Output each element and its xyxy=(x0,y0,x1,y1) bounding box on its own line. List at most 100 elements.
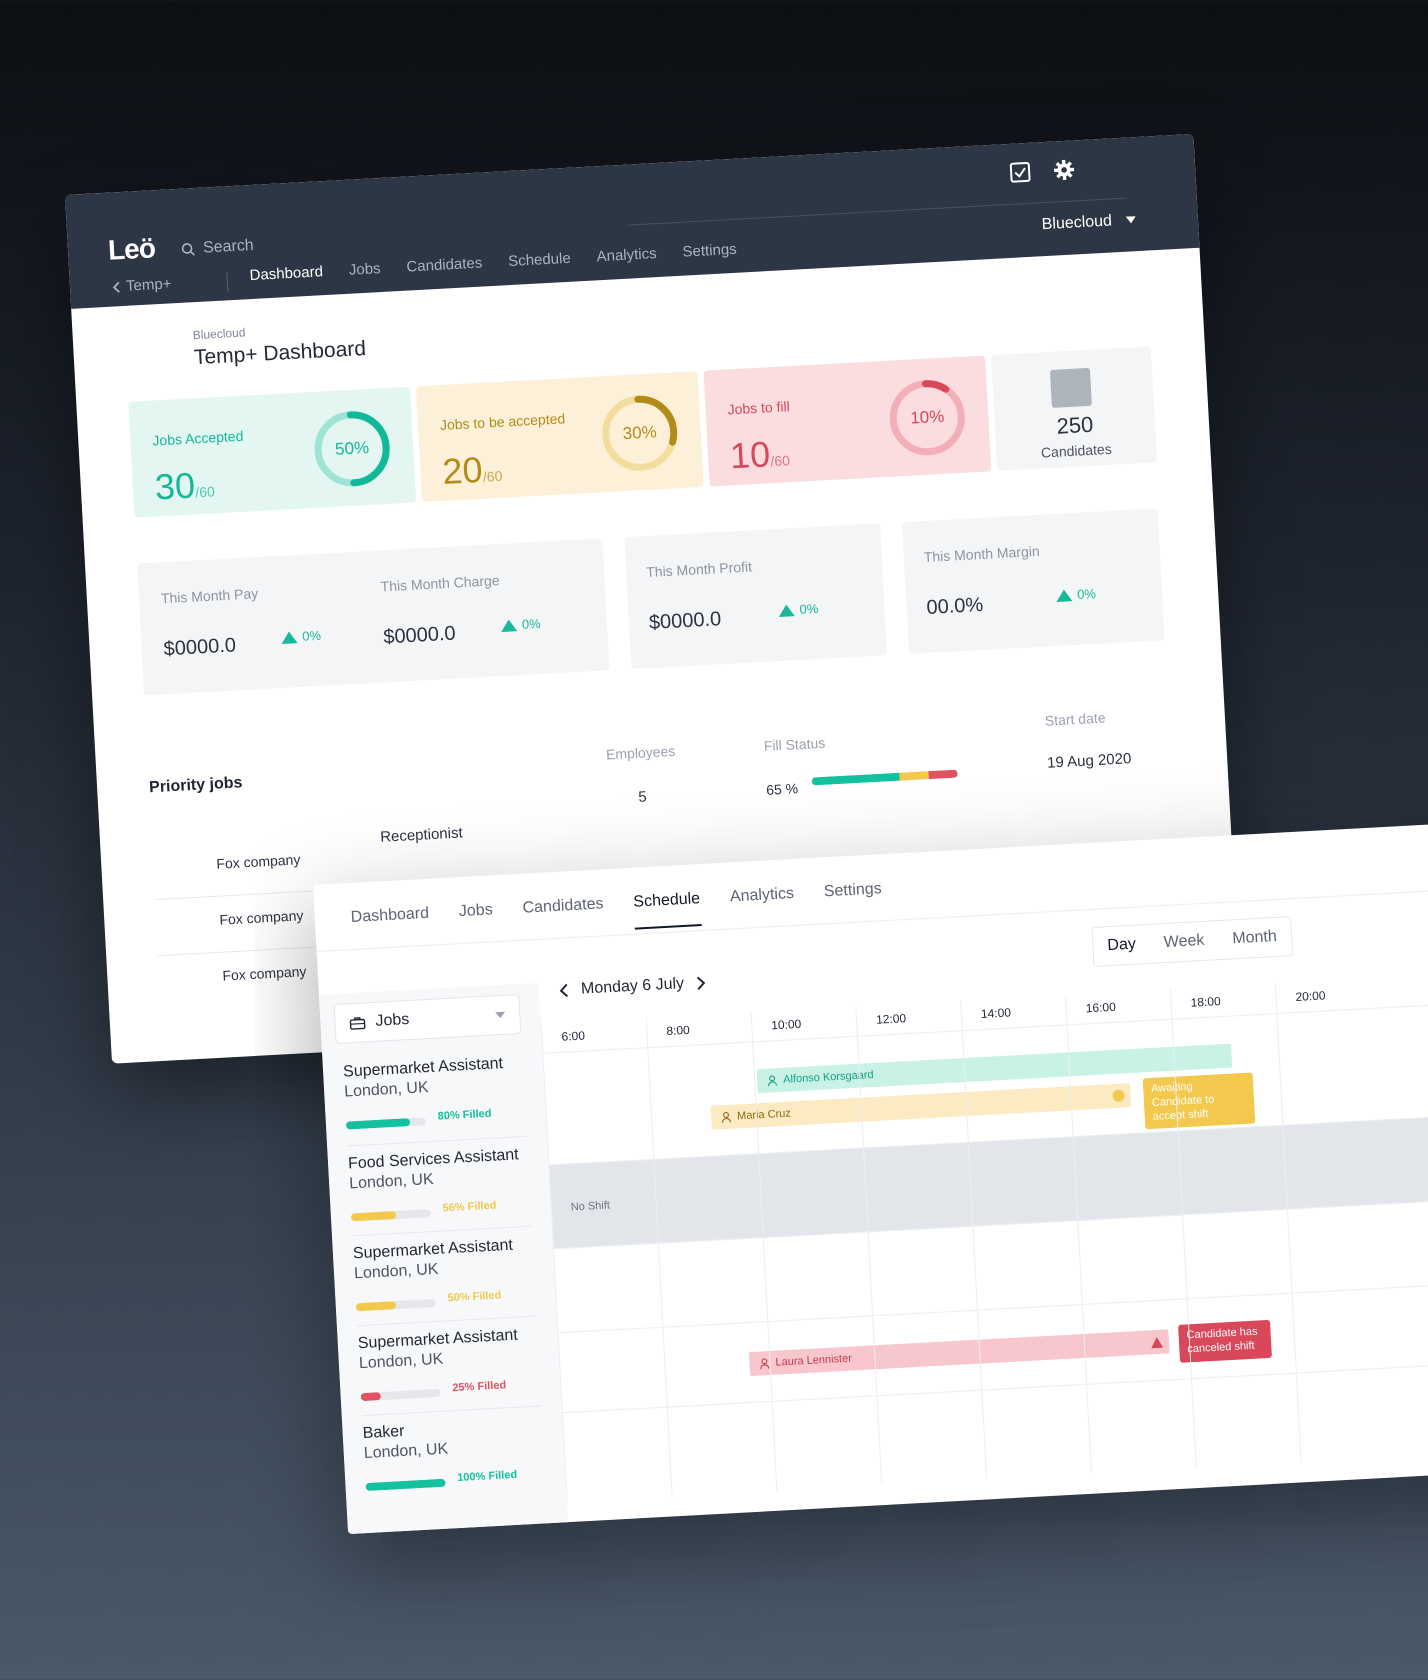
company-name[interactable]: Fox company xyxy=(219,907,304,928)
kpi-value: 10/60 xyxy=(728,433,791,477)
stat-label: This Month Profit xyxy=(645,558,753,581)
col-employees[interactable]: Employees xyxy=(606,743,676,763)
search-placeholder: Search xyxy=(202,236,255,257)
kpi-candidates[interactable]: 250 Candidates xyxy=(991,346,1158,471)
stat-label: This Month Charge xyxy=(380,572,500,595)
person-icon xyxy=(767,1075,778,1086)
shift-bar[interactable]: Laura Lennister xyxy=(748,1329,1170,1377)
schedule-window: Dashboard Jobs Candidates Schedule Analy… xyxy=(313,820,1428,1535)
tab-schedule[interactable]: Schedule xyxy=(632,890,702,930)
time-label: 16:00 xyxy=(1085,999,1117,1016)
gear-icon[interactable] xyxy=(1053,158,1076,181)
time-label: 6:00 xyxy=(561,1028,586,1044)
stat-value: $0000.0 xyxy=(648,608,722,635)
page-title: Temp+ Dashboard xyxy=(193,336,367,370)
back-label: Temp+ xyxy=(125,275,172,295)
tab-jobs[interactable]: Jobs xyxy=(458,901,494,939)
kpi-value: 20/60 xyxy=(441,448,503,492)
stat-value: $0000.0 xyxy=(163,634,237,661)
warning-triangle-icon xyxy=(1151,1336,1164,1348)
col-fill-status[interactable]: Fill Status xyxy=(763,735,825,754)
search-box[interactable]: Search xyxy=(181,237,255,259)
stat-margin-item: This Month Margin 00.0% 0% xyxy=(923,537,1144,619)
up-arrow-icon xyxy=(778,603,795,617)
range-month[interactable]: Month xyxy=(1217,917,1291,959)
awaiting-callout: Awaiting Candidate to accept shift xyxy=(1142,1072,1256,1130)
avatar-placeholder xyxy=(1049,367,1092,408)
kpi-percent: 30% xyxy=(622,422,658,444)
filter-label: Jobs xyxy=(375,1011,410,1030)
chevron-left-icon xyxy=(112,281,120,293)
stat-profit: This Month Profit $0000.0 0% xyxy=(624,523,888,670)
grid-column-line xyxy=(645,1017,673,1497)
chevron-left-icon[interactable] xyxy=(559,983,570,998)
stat-pay-charge: This Month Pay $0000.0 0% This Month Cha… xyxy=(137,538,610,696)
kpi-jobs-to-be-accepted[interactable]: Jobs to be accepted 20/60 30% xyxy=(415,371,704,503)
shift-candidate: Maria Cruz xyxy=(736,1107,792,1123)
nav-analytics[interactable]: Analytics xyxy=(596,245,657,265)
job-employees: 5 xyxy=(637,788,648,806)
app-logo[interactable]: Leö xyxy=(107,232,155,266)
top-bar: Leö Search Bluecloud Temp+ Dashboard Job… xyxy=(65,133,1200,309)
stat-delta: 0% xyxy=(1055,586,1096,603)
time-label: 20:00 xyxy=(1295,988,1326,1005)
time-label: 8:00 xyxy=(666,1022,691,1039)
schedule-grid: No Shift Alfonso Korsgaard Maria Cruz Aw… xyxy=(540,969,1428,1522)
kpi-label: Jobs to be accepted xyxy=(439,410,566,434)
nav-dashboard[interactable]: Dashboard xyxy=(249,263,323,284)
kpi-percent: 50% xyxy=(334,437,370,459)
warning-dot-icon xyxy=(1112,1089,1125,1103)
time-label: 10:00 xyxy=(770,1016,802,1033)
tab-analytics[interactable]: Analytics xyxy=(730,885,796,924)
stat-value: $0000.0 xyxy=(382,622,457,649)
tab-settings[interactable]: Settings xyxy=(823,880,883,919)
stat-value: 00.0% xyxy=(926,593,984,619)
fill-status-bar xyxy=(811,769,958,786)
filled-bar-fill xyxy=(360,1392,381,1402)
current-date: Monday 6 July xyxy=(580,975,685,998)
person-icon xyxy=(760,1357,770,1369)
stat-delta: 0% xyxy=(500,616,541,633)
nav-schedule[interactable]: Schedule xyxy=(508,250,571,270)
tab-dashboard[interactable]: Dashboard xyxy=(350,905,430,945)
caret-down-icon xyxy=(1125,216,1136,224)
account-switcher[interactable]: Bluecloud xyxy=(1041,211,1136,234)
kpi-jobs-to-fill[interactable]: Jobs to fill 10/60 10% xyxy=(703,355,992,487)
breadcrumb[interactable]: Bluecloud xyxy=(192,325,245,342)
range-toggle: Day Week Month xyxy=(1091,916,1293,967)
kpi-percent: 10% xyxy=(909,406,945,428)
priority-jobs-title: Priority jobs xyxy=(148,774,243,797)
nav-candidates[interactable]: Candidates xyxy=(406,255,483,276)
nav-jobs[interactable]: Jobs xyxy=(348,260,381,279)
candidates-label: Candidates xyxy=(1040,440,1113,461)
briefcase-icon xyxy=(349,1017,366,1030)
chevron-right-icon[interactable] xyxy=(696,976,707,991)
canceled-callout: Candidate has canceled shift xyxy=(1178,1319,1272,1363)
stat-margin: This Month Margin 00.0% 0% xyxy=(901,508,1165,655)
grid-column-line xyxy=(1274,983,1302,1463)
up-arrow-icon xyxy=(280,630,298,644)
up-arrow-icon xyxy=(1055,588,1073,602)
grid-row-line xyxy=(557,1278,1428,1334)
time-label: 14:00 xyxy=(980,1005,1012,1022)
company-name[interactable]: Fox company xyxy=(222,963,307,984)
job-start-date: 19 Aug 2020 xyxy=(1046,750,1132,772)
range-day[interactable]: Day xyxy=(1092,925,1150,966)
fill-segment xyxy=(811,772,900,786)
kpi-jobs-accepted[interactable]: Jobs Accepted 30/60 50% xyxy=(128,386,417,518)
tab-candidates[interactable]: Candidates xyxy=(522,895,605,935)
range-week[interactable]: Week xyxy=(1149,921,1220,963)
company-name[interactable]: Fox company xyxy=(216,851,301,872)
no-shift-label: No Shift xyxy=(570,1199,611,1214)
kpi-label: Jobs to fill xyxy=(727,398,791,418)
nav-settings[interactable]: Settings xyxy=(682,241,737,261)
search-icon xyxy=(181,243,195,256)
time-label: 12:00 xyxy=(875,1011,907,1027)
date-navigator: Monday 6 July xyxy=(559,974,707,1000)
back-link[interactable]: Temp+ xyxy=(112,275,172,295)
col-start-date[interactable]: Start date xyxy=(1044,710,1105,729)
time-label: 18:00 xyxy=(1190,994,1222,1010)
kpi-label: Jobs Accepted xyxy=(151,427,244,449)
job-role: Receptionist xyxy=(379,824,464,846)
checkbox-icon[interactable] xyxy=(1009,161,1032,184)
